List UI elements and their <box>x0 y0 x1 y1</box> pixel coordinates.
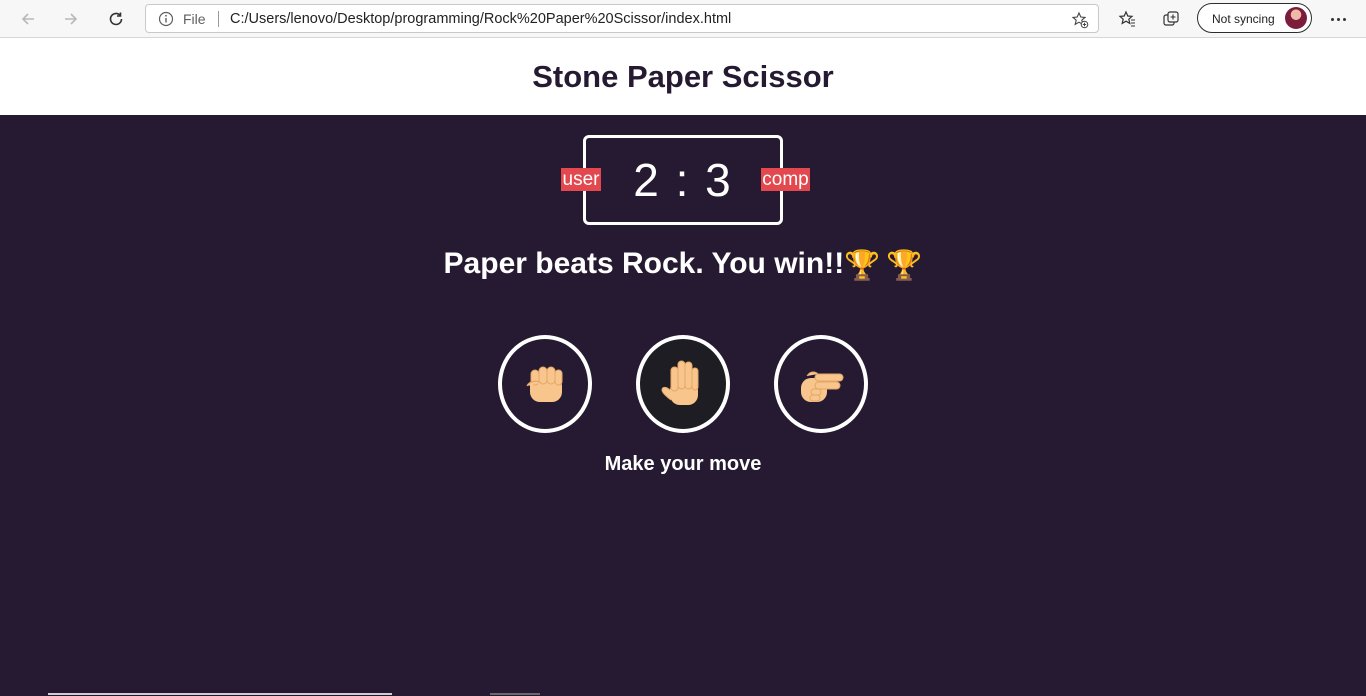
trophy-icon: 🏆 <box>844 250 881 282</box>
address-bar[interactable]: File C:/Users/lenovo/Desktop/programming… <box>145 4 1099 33</box>
profile-sync-button[interactable]: Not syncing <box>1197 3 1312 33</box>
refresh-icon <box>109 12 123 26</box>
browser-toolbar: File C:/Users/lenovo/Desktop/programming… <box>0 0 1366 38</box>
fist-icon <box>526 366 563 402</box>
paper-button[interactable] <box>636 335 730 433</box>
favorites-button[interactable] <box>1115 7 1139 31</box>
move-prompt: Make your move <box>604 453 762 475</box>
address-separator <box>218 11 219 27</box>
back-arrow-icon <box>21 13 34 25</box>
raised-hand-icon <box>661 360 699 405</box>
peace-hand-icon <box>801 371 844 402</box>
page-header: Stone Paper Scissor <box>0 38 1366 115</box>
collections-icon <box>1163 11 1179 26</box>
trophy-icon: 🏆 <box>886 250 923 282</box>
result-message: Paper beats Rock. You win!!🏆 🏆 <box>0 247 1366 283</box>
url-scheme-label: File <box>183 11 206 27</box>
forward-button[interactable] <box>58 6 84 32</box>
scrollbar-thumb[interactable] <box>490 693 540 695</box>
forward-arrow-icon <box>65 13 78 25</box>
collections-button[interactable] <box>1159 7 1183 31</box>
url-text[interactable]: C:/Users/lenovo/Desktop/programming/Rock… <box>230 11 731 27</box>
favorites-icon <box>1118 10 1135 27</box>
refresh-button[interactable] <box>103 6 129 32</box>
score-display: 2 : 3 <box>633 154 733 206</box>
scoreboard: 2 : 3 <box>583 135 783 225</box>
result-text: Paper beats Rock. You win!! <box>443 247 845 280</box>
scissor-button[interactable] <box>774 335 868 433</box>
page-title: Stone Paper Scissor <box>532 58 834 94</box>
comp-badge: comp <box>761 168 810 191</box>
sync-status-label: Not syncing <box>1212 12 1275 26</box>
rock-button[interactable] <box>498 335 592 433</box>
avatar <box>1285 7 1307 29</box>
back-button[interactable] <box>15 6 41 32</box>
user-badge: user <box>561 168 601 191</box>
add-favorite-icon[interactable] <box>1071 11 1089 29</box>
scrollbar-track <box>48 693 392 695</box>
more-icon[interactable] <box>1326 8 1350 30</box>
info-icon[interactable] <box>158 11 174 27</box>
